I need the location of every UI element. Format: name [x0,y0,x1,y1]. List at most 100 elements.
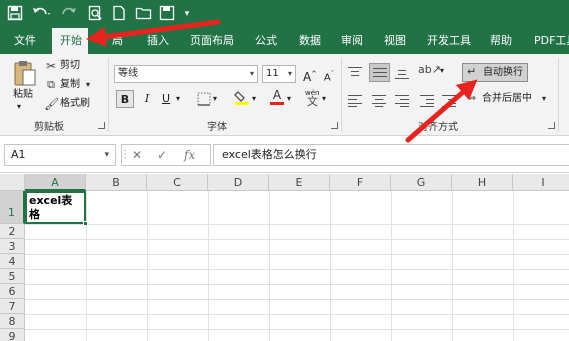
save-icon[interactable] [6,5,24,23]
column-header-c[interactable]: C [147,174,208,191]
tab-page-layout[interactable]: 页面布局 [190,33,234,49]
clipboard-launcher-icon[interactable] [98,122,105,129]
cancel-icon[interactable]: ✕ [132,145,142,165]
cell-a1[interactable]: excel表格 怎么换行 [25,191,86,224]
cut-label[interactable]: 剪切 [60,59,80,73]
column-header-g[interactable]: G [391,174,452,191]
tab-formulas[interactable]: 公式 [255,33,277,49]
row-header-2[interactable]: 2 [0,224,25,239]
tab-pdf[interactable]: PDF工具 [534,33,569,49]
undo-icon[interactable] [30,5,52,23]
font-color-bar [270,102,284,105]
format-painter-label[interactable]: 格式刷 [60,97,90,111]
tab-developer[interactable]: 开发工具 [427,33,471,49]
worksheet-grid[interactable]: A B C D E F G H I 1 2 3 4 5 6 7 8 9 exce… [0,174,569,341]
save-as-icon[interactable] [158,5,176,23]
fill-handle[interactable] [83,221,88,226]
column-header-h[interactable]: H [452,174,513,191]
ribbon-separator [341,58,342,132]
decrease-font-size-button[interactable]: Aˇ [320,65,338,83]
paste-icon[interactable] [12,59,38,89]
paste-dropdown-icon[interactable]: ▾ [17,100,21,114]
increase-indent-icon[interactable] [442,95,456,107]
align-top-icon[interactable] [348,67,362,79]
bold-button[interactable]: B [116,90,134,108]
format-painter-icon[interactable]: 🖌 [44,97,59,111]
enter-icon[interactable]: ✓ [157,145,167,165]
row-header-7[interactable]: 7 [0,299,25,314]
phonetic-icon[interactable]: 文 [307,95,318,109]
wrap-text-button[interactable]: ↵ 自动换行 [462,63,528,82]
orientation-icon[interactable]: ab↗ [418,63,441,77]
row-header-1[interactable]: 1 [0,191,25,224]
tab-review[interactable]: 审阅 [341,33,363,49]
align-middle-button[interactable] [369,63,390,82]
select-all-corner[interactable] [0,174,25,191]
decrease-font-size-icon: A [323,72,331,84]
alignment-launcher-icon[interactable] [548,122,555,129]
row-header-8[interactable]: 8 [0,314,25,329]
column-header-e[interactable]: E [269,174,330,191]
tab-data[interactable]: 数据 [299,33,321,49]
increase-font-size-button[interactable]: A^ [301,65,319,84]
name-box[interactable]: A1 ▾ [4,144,116,166]
align-center-icon[interactable] [372,95,386,107]
open-folder-icon[interactable] [134,5,154,23]
fill-color-icon[interactable] [234,89,250,108]
decrease-indent-icon[interactable] [420,95,434,107]
row-header-3[interactable]: 3 [0,239,25,254]
merge-center-icon[interactable]: ⇔ [465,92,479,106]
borders-icon[interactable] [196,92,212,109]
font-color-icon[interactable]: A [269,88,285,106]
font-size-select[interactable]: 11 ▾ [262,65,296,83]
row-header-6[interactable]: 6 [0,284,25,299]
row-header-4[interactable]: 4 [0,254,25,269]
drag-handle-icon[interactable]: ⋮ [120,149,130,160]
tab-insert[interactable]: 插入 [147,33,169,49]
align-bottom-icon[interactable] [395,67,409,79]
redo-icon[interactable] [58,5,80,23]
phonetic-dropdown-icon[interactable]: ▾ [322,92,326,106]
font-name-select[interactable]: 等线 ▾ [114,65,258,83]
tab-help[interactable]: 帮助 [490,33,512,49]
ribbon-separator [108,58,109,132]
font-color-letter: A [272,88,282,102]
tab-home[interactable]: 开始 [52,28,88,55]
paste-label[interactable]: 粘贴 [13,88,33,102]
formula-actions: ⋮ ✕ ✓ fx [120,144,211,166]
customize-qat-icon[interactable]: ▾ [180,5,194,23]
fill-color-dropdown-icon[interactable]: ▾ [252,92,256,106]
italic-button[interactable]: I [138,90,156,108]
font-size-value: 11 [266,68,279,79]
merge-center-dropdown-icon[interactable]: ▾ [542,92,546,106]
column-header-f[interactable]: F [330,174,391,191]
font-color-dropdown-icon[interactable]: ▾ [287,92,291,106]
borders-dropdown-icon[interactable]: ▾ [213,92,217,106]
insert-function-icon[interactable]: fx [184,145,195,165]
merge-center-label[interactable]: 合并后居中 [482,92,532,106]
tab-view[interactable]: 视图 [384,33,406,49]
tab-home-label: 开始 [60,34,82,47]
tab-file[interactable]: 文件 [14,33,36,49]
underline-dropdown-icon[interactable]: ▾ [176,92,180,106]
print-preview-icon[interactable] [86,5,104,23]
copy-icon[interactable]: ⧉ [44,78,58,92]
column-header-b[interactable]: B [86,174,147,191]
font-launcher-icon[interactable] [331,122,338,129]
formula-input[interactable]: excel表格怎么换行 [213,144,569,166]
row-header-5[interactable]: 5 [0,269,25,284]
orientation-dropdown-icon[interactable]: ▾ [440,64,444,78]
new-file-icon[interactable] [110,5,128,23]
underline-button[interactable]: U [157,90,175,108]
copy-dropdown-icon[interactable]: ▾ [86,78,90,92]
row-header-9[interactable]: 9 [0,329,25,341]
copy-label[interactable]: 复制 [60,78,80,92]
tab-page-layout-partial[interactable]: 局 [112,33,123,49]
column-header-d[interactable]: D [208,174,269,191]
column-header-i[interactable]: I [513,174,569,191]
align-left-icon[interactable] [348,95,362,107]
cut-icon[interactable]: ✂ [44,59,58,73]
clipboard-group-label: 剪贴板 [34,122,64,133]
column-header-a[interactable]: A [25,174,86,191]
align-right-icon[interactable] [395,95,409,107]
